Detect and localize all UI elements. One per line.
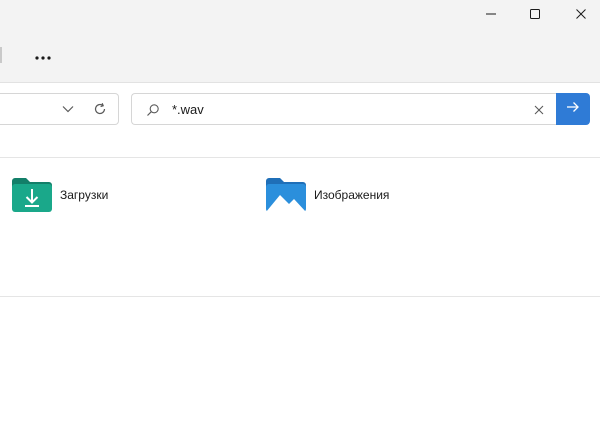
close-button[interactable] [558, 0, 600, 28]
maximize-button[interactable] [512, 0, 558, 28]
search-icon [144, 101, 162, 119]
refresh-icon[interactable] [90, 100, 110, 118]
search-box[interactable] [131, 93, 556, 125]
search-input[interactable] [172, 100, 512, 118]
toolbar-divider [0, 47, 2, 63]
clear-icon[interactable] [530, 101, 548, 119]
group-divider [0, 296, 600, 297]
address-row [0, 83, 600, 158]
more-icon [34, 48, 52, 66]
address-bar[interactable] [0, 93, 119, 125]
minimize-icon [485, 8, 497, 20]
folder-label: Изображения [314, 188, 390, 202]
more-options-button[interactable] [28, 44, 58, 70]
minimize-button[interactable] [468, 0, 514, 28]
folder-label: Загрузки [60, 188, 109, 202]
chevron-down-icon[interactable] [58, 100, 78, 118]
folder-item-pictures[interactable]: Изображения [264, 172, 389, 218]
file-list: Загрузки Изображения [0, 158, 600, 447]
downloads-folder-icon [10, 175, 54, 215]
maximize-icon [529, 8, 541, 20]
folder-item-downloads[interactable]: Загрузки [10, 172, 108, 218]
command-bar [0, 28, 600, 83]
search-go-button[interactable] [556, 93, 590, 125]
pictures-folder-icon [264, 175, 308, 215]
arrow-right-icon [566, 100, 580, 118]
title-bar [0, 0, 600, 28]
close-icon [575, 8, 587, 20]
